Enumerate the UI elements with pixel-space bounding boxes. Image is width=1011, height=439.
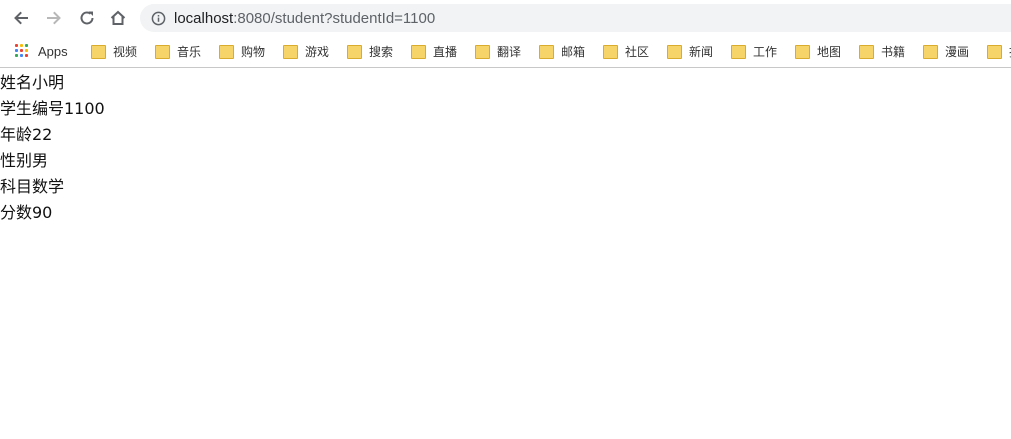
bookmark-label: 工作 [753,44,778,59]
student-name: 姓名小明 [0,73,65,92]
bookmark-label: 音乐 [177,44,202,59]
folder-icon [91,45,106,59]
folder-icon [795,45,810,59]
bookmark-label: 书籍 [881,44,906,59]
bookmark-folder[interactable]: 工作 [725,40,789,62]
bookmark-label: 邮箱 [561,44,586,59]
home-icon [110,10,126,25]
folder-icon [219,45,234,59]
bookmark-folder[interactable]: 新闻 [661,40,725,62]
bookmark-apps[interactable]: Apps [0,40,85,62]
home-button[interactable] [106,6,130,30]
bookmark-label: 搜索 [369,44,394,59]
bookmark-folder[interactable]: 技 [981,40,1011,62]
bookmark-folder[interactable]: 书籍 [853,40,917,62]
browser-toolbar: localhost:8080/student?studentId=1100 [0,0,1011,36]
folder-icon [923,45,938,59]
student-age: 年龄22 [0,125,53,144]
bookmark-folder[interactable]: 视频 [85,40,149,62]
bookmarks-bar: Apps 视频 音乐 购物 游戏 搜索 直播 翻译 邮箱 社区 新闻 工作 地图… [0,38,1011,64]
bookmark-label: 游戏 [305,44,330,59]
back-button[interactable] [9,6,33,30]
info-icon[interactable] [150,10,166,26]
bookmark-folder[interactable]: 游戏 [277,40,341,62]
bookmark-label: 购物 [241,44,266,59]
folder-icon [539,45,554,59]
bookmark-label: 视频 [113,44,138,59]
folder-icon [859,45,874,59]
url-text: localhost:8080/student?studentId=1100 [174,10,435,27]
bookmark-folder[interactable]: 邮箱 [533,40,597,62]
apps-grid-icon [15,44,29,58]
bookmark-folder[interactable]: 直播 [405,40,469,62]
bookmark-label: 地图 [817,44,842,59]
forward-button[interactable] [42,6,66,30]
bookmark-folder[interactable]: 漫画 [917,40,981,62]
bookmark-label: 漫画 [945,44,970,59]
student-score: 分数90 [0,203,53,222]
bookmark-label: 直播 [433,44,458,59]
folder-icon [411,45,426,59]
bookmark-folder[interactable]: 购物 [213,40,277,62]
bookmark-label: 新闻 [689,44,714,59]
bookmark-folder[interactable]: 音乐 [149,40,213,62]
folder-icon [987,45,1002,59]
folder-icon [283,45,298,59]
bookmark-label: Apps [38,43,68,59]
browser-chrome: localhost:8080/student?studentId=1100 Ap… [0,0,1011,68]
folder-icon [475,45,490,59]
arrow-left-icon [14,11,28,25]
bookmark-folder[interactable]: 搜索 [341,40,405,62]
url-path: :8080/student?studentId=1100 [233,9,436,27]
bookmark-label: 翻译 [497,44,522,59]
reload-button[interactable] [75,6,99,30]
url-host: localhost [174,9,234,27]
student-gender: 性别男 [0,151,49,170]
page-content: 姓名小明 学生编号1100 年龄22 性别男 科目数学 分数90 [0,68,1011,226]
folder-icon [603,45,618,59]
bookmark-folder[interactable]: 社区 [597,40,661,62]
bookmark-folder[interactable]: 地图 [789,40,853,62]
folder-icon [731,45,746,59]
folder-icon [155,45,170,59]
student-id: 学生编号1100 [0,99,105,118]
reload-icon [80,11,94,25]
bookmark-folder[interactable]: 翻译 [469,40,533,62]
folder-icon [347,45,362,59]
student-subject: 科目数学 [0,177,65,196]
folder-icon [667,45,682,59]
bookmark-label: 社区 [625,44,650,59]
address-bar[interactable]: localhost:8080/student?studentId=1100 [140,4,1011,32]
arrow-right-icon [47,11,61,25]
